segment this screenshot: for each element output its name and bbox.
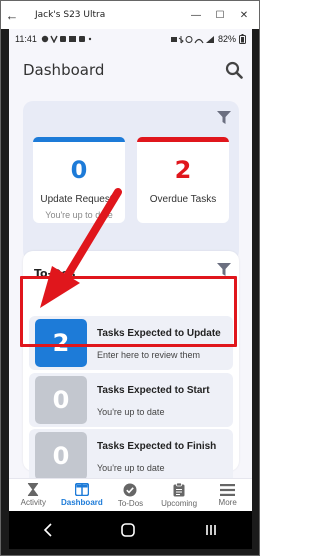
update-requests-sub: You're up to date — [45, 210, 113, 220]
overdue-tasks-label: Overdue Tasks — [149, 194, 217, 205]
check-circle-icon — [123, 483, 137, 496]
system-recents-icon[interactable] — [204, 523, 218, 537]
summary-panel: 0 Update Requests You're up to date 2 Ov… — [23, 101, 239, 261]
system-back-icon[interactable] — [43, 523, 53, 537]
hourglass-icon — [28, 483, 39, 496]
card-accent-bar — [33, 137, 125, 142]
overdue-tasks-count: 2 — [174, 156, 192, 184]
todo-item-title: Tasks Expected to Finish — [97, 441, 217, 452]
window-title: Jack's S23 Ultra — [35, 10, 106, 20]
todo-item-subtitle: Enter here to review them — [97, 350, 201, 360]
nav-label: To-Dos — [117, 498, 144, 508]
search-button[interactable] — [222, 58, 246, 82]
status-bar: 11:41 82% — [9, 29, 252, 49]
todo-item-subtitle: You're up to date — [97, 407, 165, 417]
app-header: Dashboard — [9, 49, 252, 91]
todo-item-title: Tasks Expected to Start — [97, 385, 210, 396]
notification-icons — [41, 35, 92, 43]
minimize-button[interactable]: — — [187, 10, 205, 21]
update-requests-count: 0 — [70, 156, 88, 184]
nav-dashboard[interactable]: Dashboard — [58, 479, 107, 511]
nav-label: More — [218, 497, 237, 507]
overdue-tasks-card[interactable]: 2 Overdue Tasks — [137, 137, 229, 223]
update-requests-label: Update Requests — [40, 194, 118, 205]
nav-activity[interactable]: Activity — [9, 479, 58, 511]
phone-screen: 11:41 82% Dashboard 0 Update Requests Yo… — [9, 29, 252, 511]
update-requests-card[interactable]: 0 Update Requests You're up to date — [33, 137, 125, 223]
filter-icon[interactable] — [217, 111, 231, 124]
close-button[interactable]: ✕ — [235, 10, 253, 21]
todo-count-badge: 0 — [35, 376, 87, 424]
todo-count-badge: 0 — [35, 432, 87, 480]
nav-label: Dashboard — [60, 498, 103, 507]
menu-icon — [220, 483, 236, 496]
system-navigation-bar — [9, 511, 252, 549]
todo-item-expected-finish[interactable]: 0 Tasks Expected to Finish You're up to … — [29, 429, 233, 483]
battery-icon — [239, 34, 246, 44]
nav-more[interactable]: More — [203, 479, 252, 511]
highlight-box — [20, 276, 237, 347]
maximize-button[interactable]: ☐ — [211, 10, 229, 21]
nav-todos[interactable]: To-Dos — [106, 479, 155, 511]
nav-upcoming[interactable]: Upcoming — [155, 479, 204, 511]
dashboard-icon — [74, 483, 89, 496]
search-icon — [225, 61, 243, 79]
system-home-icon[interactable] — [121, 523, 136, 537]
nav-label: Activity — [20, 498, 46, 507]
status-time: 11:41 — [15, 34, 37, 44]
filter-icon[interactable] — [217, 263, 231, 276]
bottom-navigation: Activity Dashboard To-Dos Upcoming More — [9, 478, 252, 511]
back-arrow-icon[interactable]: ← — [1, 8, 23, 23]
window-titlebar: ← Jack's S23 Ultra — ☐ ✕ — [1, 1, 259, 29]
clipboard-icon — [173, 482, 185, 496]
todo-item-expected-start[interactable]: 0 Tasks Expected to Start You're up to d… — [29, 373, 233, 427]
todo-item-subtitle: You're up to date — [97, 463, 165, 473]
system-status-icons — [170, 35, 214, 43]
nav-label: Upcoming — [161, 498, 198, 508]
page-title: Dashboard — [23, 61, 105, 79]
battery-level: 82% — [217, 34, 236, 44]
card-accent-bar — [137, 137, 229, 142]
